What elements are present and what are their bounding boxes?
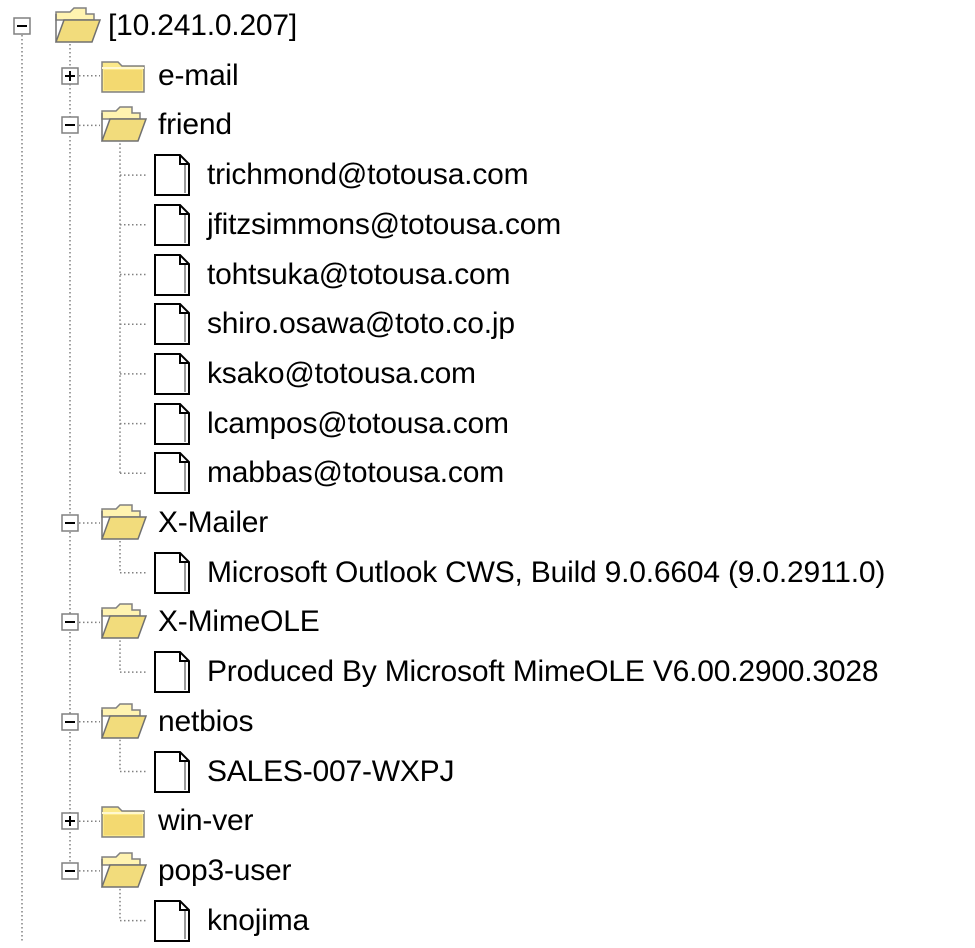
document-icon xyxy=(152,650,192,699)
tree-node-friend[interactable]: friend xyxy=(0,100,975,150)
document-icon xyxy=(152,352,192,401)
tree-root-node[interactable]: [10.241.0.207] xyxy=(0,1,975,51)
tree-node-label: netbios xyxy=(158,704,254,738)
tree-node-x-mailer[interactable]: X-Mailer xyxy=(0,498,975,548)
tree-node-label: mabbas@totousa.com xyxy=(207,456,505,490)
folder-open-icon xyxy=(100,702,148,745)
tree-node-netbios[interactable]: netbios xyxy=(0,697,975,747)
tree-node-label: X-MimeOLE xyxy=(158,605,320,639)
folder-closed-icon xyxy=(100,801,148,844)
tree-node-x-mimeole[interactable]: X-MimeOLE xyxy=(0,597,975,647)
tree-node-label: pop3-user xyxy=(158,853,292,887)
document-icon xyxy=(152,203,192,252)
folder-open-icon xyxy=(100,105,148,148)
document-icon xyxy=(152,253,192,302)
document-icon xyxy=(152,899,192,948)
tree-node-label: Produced By Microsoft MimeOLE V6.00.2900… xyxy=(207,655,879,689)
tree-leaf-item[interactable]: trichmond@totousa.com xyxy=(0,150,975,200)
tree-leaf-item[interactable]: SALES-007-WXPJ xyxy=(0,747,975,797)
tree-leaf-item[interactable]: mabbas@totousa.com xyxy=(0,448,975,498)
tree-leaf-item[interactable]: shiro.osawa@toto.co.jp xyxy=(0,299,975,349)
folder-open-icon xyxy=(100,602,148,645)
folder-closed-icon xyxy=(100,56,148,99)
tree-node-label: jfitzsimmons@totousa.com xyxy=(207,207,562,241)
tree-leaf-item[interactable]: jfitzsimmons@totousa.com xyxy=(0,200,975,250)
tree-node-label: X-Mailer xyxy=(158,506,269,539)
tree-node-label: trichmond@totousa.com xyxy=(207,158,529,192)
tree-node-label: tohtsuka@totousa.com xyxy=(207,257,511,291)
tree-node-label: Microsoft Outlook CWS, Build 9.0.6604 (9… xyxy=(207,555,886,589)
tree-leaf-item[interactable]: ksako@totousa.com xyxy=(0,349,975,399)
folder-open-icon xyxy=(54,6,102,49)
document-icon xyxy=(152,402,192,451)
tree-node-label: shiro.osawa@toto.co.jp xyxy=(207,307,515,341)
tree-node-label: e-mail xyxy=(158,58,239,92)
tree-node-label: ksako@totousa.com xyxy=(207,356,476,390)
document-icon xyxy=(152,451,192,500)
tree-node-label: friend xyxy=(158,108,232,142)
tree-node-label: [10.241.0.207] xyxy=(108,9,298,42)
document-icon xyxy=(152,153,192,202)
tree-node-label: win-ver xyxy=(158,804,254,838)
document-icon xyxy=(152,551,192,600)
tree-node-label: SALES-007-WXPJ xyxy=(207,754,455,788)
folder-open-icon xyxy=(100,503,148,546)
tree-leaf-item[interactable]: Produced By Microsoft MimeOLE V6.00.2900… xyxy=(0,647,975,697)
tree-view: [10.241.0.207] e-mail friend trichmond@toto… xyxy=(0,0,975,943)
tree-node-pop3-user[interactable]: pop3-user xyxy=(0,846,975,896)
folder-open-icon xyxy=(100,851,148,894)
tree-node-win-ver[interactable]: win-ver xyxy=(0,796,975,846)
tree-leaf-item[interactable]: tohtsuka@totousa.com xyxy=(0,250,975,300)
tree-node-label: knojima xyxy=(207,903,309,937)
tree-leaf-item[interactable]: lcampos@totousa.com xyxy=(0,399,975,449)
tree-leaf-item[interactable]: knojima xyxy=(0,896,975,946)
tree-node-label: lcampos@totousa.com xyxy=(207,406,509,440)
document-icon xyxy=(152,302,192,351)
tree-node-e-mail[interactable]: e-mail xyxy=(0,51,975,101)
document-icon xyxy=(152,750,192,799)
tree-leaf-item[interactable]: Microsoft Outlook CWS, Build 9.0.6604 (9… xyxy=(0,548,975,598)
